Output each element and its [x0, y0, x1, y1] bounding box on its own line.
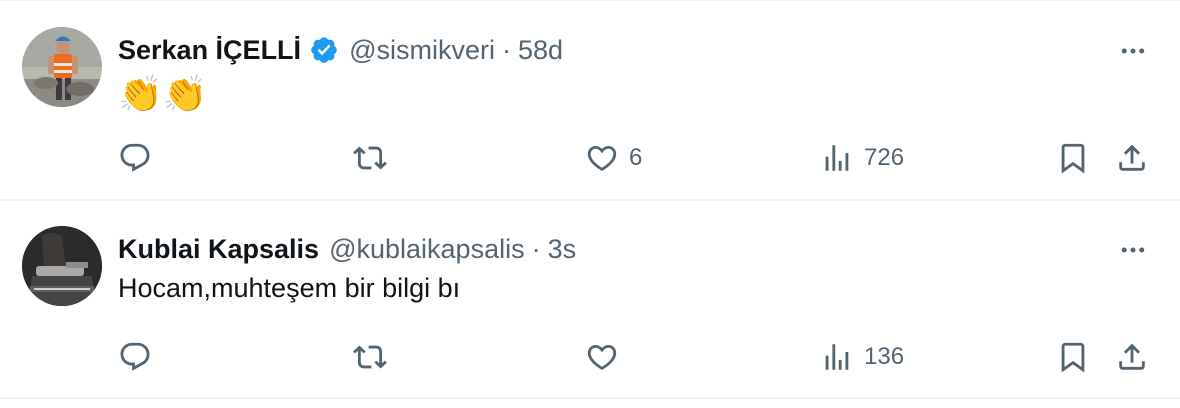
- author-handle[interactable]: @kublaikapsalis: [329, 234, 525, 265]
- like-icon: [587, 344, 617, 370]
- author-handle[interactable]: @sismikveri: [349, 35, 495, 66]
- view-count: 726: [864, 144, 905, 171]
- verified-badge-icon: [309, 35, 339, 65]
- share-icon: [1119, 144, 1145, 171]
- timestamp[interactable]: 58d: [518, 35, 563, 66]
- tweet-header: Kublai Kapsalis @kublaikapsalis · 3s: [118, 231, 576, 267]
- share-icon: [1119, 343, 1145, 370]
- retweet-button[interactable]: [353, 136, 397, 180]
- bookmark-icon: [1061, 342, 1085, 373]
- views-button[interactable]: 136: [820, 335, 904, 379]
- divider: [0, 0, 1180, 1]
- author-name[interactable]: Serkan İÇELLİ: [118, 35, 301, 66]
- view-count: 136: [864, 343, 905, 370]
- bookmark-icon: [1061, 143, 1085, 174]
- like-button[interactable]: [585, 335, 629, 379]
- reply-button[interactable]: [118, 136, 162, 180]
- share-button[interactable]: [1115, 335, 1149, 379]
- like-icon: [587, 145, 617, 171]
- tweet-text: 👏👏: [118, 73, 208, 114]
- tweet[interactable]: Serkan İÇELLİ @sismikveri · 58d 👏👏 6 726: [0, 2, 1180, 201]
- separator: ·: [501, 34, 511, 65]
- retweet-icon: [353, 146, 387, 170]
- avatar[interactable]: [22, 27, 102, 107]
- reply-icon: [120, 143, 150, 172]
- share-button[interactable]: [1115, 136, 1149, 180]
- retweet-icon: [353, 345, 387, 369]
- views-icon: [825, 344, 849, 370]
- reply-button[interactable]: [118, 335, 162, 379]
- bookmark-button[interactable]: [1056, 136, 1090, 180]
- views-icon: [825, 145, 849, 171]
- avatar[interactable]: [22, 226, 102, 306]
- like-button[interactable]: 6: [585, 136, 642, 180]
- tweet-text: Hocam,muhteşem bir bilgi bı: [118, 273, 461, 303]
- timestamp[interactable]: 3s: [548, 234, 577, 265]
- more-icon[interactable]: [1118, 235, 1148, 265]
- tweet-header: Serkan İÇELLİ @sismikveri · 58d: [118, 32, 563, 68]
- retweet-button[interactable]: [353, 335, 397, 379]
- action-bar: 136: [0, 335, 1180, 379]
- author-name[interactable]: Kublai Kapsalis: [118, 234, 319, 265]
- more-icon[interactable]: [1118, 36, 1148, 66]
- separator: ·: [531, 233, 541, 264]
- views-button[interactable]: 726: [820, 136, 904, 180]
- reply-icon: [120, 342, 150, 371]
- action-bar: 6 726: [0, 136, 1180, 180]
- tweet-feed: Serkan İÇELLİ @sismikveri · 58d 👏👏 6 726…: [0, 0, 1180, 408]
- like-count: 6: [629, 144, 643, 171]
- tweet[interactable]: Kublai Kapsalis @kublaikapsalis · 3s Hoc…: [0, 201, 1180, 399]
- bookmark-button[interactable]: [1056, 335, 1090, 379]
